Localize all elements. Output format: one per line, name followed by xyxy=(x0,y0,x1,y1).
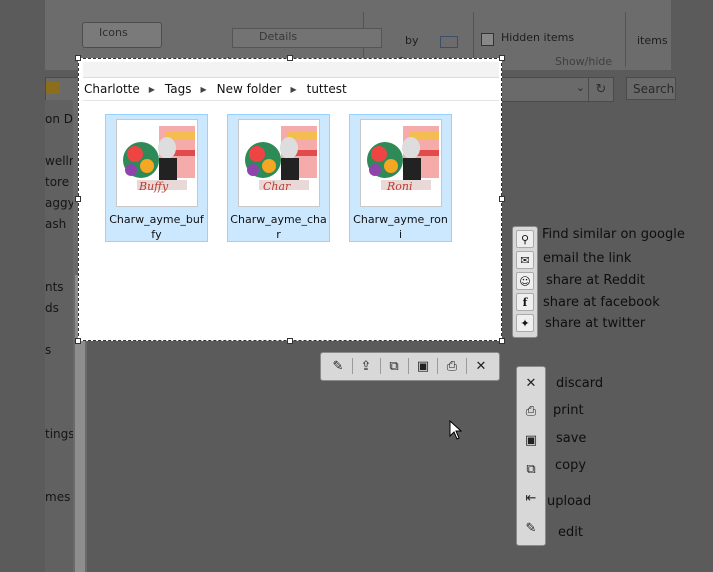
sort-by-label[interactable]: by xyxy=(405,34,419,47)
action-label-upload[interactable]: upload xyxy=(547,494,591,509)
action-label-print[interactable]: print xyxy=(553,403,584,418)
side-toolbar: ✕ ⎙ ▣ ⧉ ⇤ ✎ xyxy=(516,366,546,546)
resize-handle[interactable] xyxy=(75,55,81,61)
file-tile[interactable]: Roni Charw_ayme_roni xyxy=(349,114,452,242)
action-label-save[interactable]: save xyxy=(556,431,586,446)
file-name: Charw_ayme_char xyxy=(230,213,327,241)
breadcrumb-item[interactable]: Charlotte xyxy=(83,82,140,96)
action-label-copy[interactable]: copy xyxy=(555,458,586,473)
toolbar-separator xyxy=(352,358,353,374)
nav-item[interactable]: ash xyxy=(45,217,66,231)
pencil-icon[interactable]: ✎ xyxy=(328,357,348,376)
toolbar-separator xyxy=(437,358,438,374)
hidden-items-label: Hidden items xyxy=(501,31,575,44)
resize-handle[interactable] xyxy=(499,338,505,344)
nav-item[interactable]: s xyxy=(45,343,51,357)
share-label-email[interactable]: email the link xyxy=(543,251,631,266)
resize-handle[interactable] xyxy=(287,55,293,61)
action-label-edit[interactable]: edit xyxy=(558,525,583,540)
nav-item[interactable]: mes xyxy=(45,490,70,504)
share-label-google[interactable]: Find similar on google xyxy=(542,227,685,242)
nav-item[interactable]: aggy xyxy=(45,196,75,210)
close-icon[interactable]: ✕ xyxy=(521,373,541,393)
pencil-icon[interactable]: ✎ xyxy=(521,518,541,538)
chevron-right-icon[interactable]: ▶ xyxy=(140,85,164,94)
share-label-twitter[interactable]: share at twitter xyxy=(545,316,645,331)
search-input[interactable]: Search xyxy=(626,77,676,100)
toolbar-separator xyxy=(408,358,409,374)
toolbar-separator xyxy=(466,358,467,374)
selected-items-label: items xyxy=(637,34,668,47)
resize-handle[interactable] xyxy=(287,338,293,344)
capture-ribbon-strip xyxy=(83,62,499,78)
view-select[interactable]: Details xyxy=(232,28,382,48)
search-placeholder: Search xyxy=(633,82,675,96)
hidden-items-checkbox[interactable] xyxy=(481,33,494,46)
twitter-icon[interactable]: ✦ xyxy=(516,314,534,332)
view-select-value: Details xyxy=(259,30,298,43)
resize-handle[interactable] xyxy=(75,338,81,344)
envelope-icon[interactable]: ✉ xyxy=(516,251,534,269)
copy-icon[interactable]: ⧉ xyxy=(384,357,404,376)
search-icon[interactable]: ⚲ xyxy=(516,230,534,248)
thumb-signature: Buffy xyxy=(138,180,169,193)
toolbar-separator xyxy=(380,358,381,374)
resize-handle[interactable] xyxy=(499,196,505,202)
share-label-reddit[interactable]: share at Reddit xyxy=(546,273,645,288)
close-icon[interactable]: ✕ xyxy=(471,357,491,376)
action-label-discard[interactable]: discard xyxy=(556,376,603,391)
nav-item[interactable]: wellr xyxy=(45,154,74,168)
file-name: Charw_ayme_roni xyxy=(353,213,448,241)
breadcrumb-item[interactable]: New folder xyxy=(216,82,282,96)
share-label-facebook[interactable]: share at facebook xyxy=(543,295,660,310)
thumb-signature: Char xyxy=(263,180,291,193)
save-icon[interactable]: ▣ xyxy=(521,430,541,450)
share-toolbar: ⚲ ✉ ☺ f ✦ xyxy=(512,226,538,338)
copy-icon[interactable]: ⧉ xyxy=(521,459,541,479)
image-thumbnail: Buffy xyxy=(116,119,198,207)
file-tile[interactable]: Buffy Charw_ayme_buffy xyxy=(105,114,208,242)
view-pane-icon[interactable] xyxy=(440,36,458,48)
nav-item[interactable]: tings xyxy=(45,427,75,441)
capture-toolbar: ✎ ⇪ ⧉ ▣ ⎙ ✕ xyxy=(320,352,500,381)
refresh-icon: ↻ xyxy=(595,82,607,97)
printer-icon[interactable]: ⎙ xyxy=(442,357,462,376)
file-tile[interactable]: Char Charw_ayme_char xyxy=(227,114,330,242)
image-thumbnail: Roni xyxy=(360,119,442,207)
refresh-button[interactable]: ↻ xyxy=(588,77,614,102)
reddit-icon[interactable]: ☺ xyxy=(516,272,534,290)
ribbon-group-show-hide: Show/hide xyxy=(555,55,613,68)
breadcrumb-item[interactable]: tuttest xyxy=(306,82,347,96)
upload-icon[interactable]: ⇤ xyxy=(521,488,541,508)
nav-item[interactable]: ds xyxy=(45,301,59,315)
image-thumbnail: Char xyxy=(238,119,320,207)
chevron-right-icon[interactable]: ▶ xyxy=(281,85,305,94)
ribbon-icons-label: Icons xyxy=(99,26,128,39)
nav-item[interactable]: nts xyxy=(45,280,64,294)
chevron-right-icon[interactable]: ▶ xyxy=(191,85,215,94)
save-icon[interactable]: ▣ xyxy=(413,357,433,376)
upload-icon[interactable]: ⇪ xyxy=(356,357,376,376)
nav-item[interactable]: tore xyxy=(45,175,69,189)
file-name: Charw_ayme_buffy xyxy=(109,213,204,241)
breadcrumb: Charlotte ▶ Tags ▶ New folder ▶ tuttest xyxy=(83,78,499,101)
chevron-down-icon[interactable]: ⌄ xyxy=(576,81,585,94)
breadcrumb-item[interactable]: Tags xyxy=(164,82,192,96)
mouse-cursor-icon xyxy=(449,420,463,440)
resize-handle[interactable] xyxy=(75,196,81,202)
resize-handle[interactable] xyxy=(499,55,505,61)
ribbon-separator xyxy=(625,12,626,67)
folder-icon xyxy=(46,82,60,94)
thumb-signature: Roni xyxy=(386,180,413,193)
ribbon-icons-button[interactable]: Icons xyxy=(82,22,162,48)
printer-icon[interactable]: ⎙ xyxy=(521,401,541,421)
facebook-icon[interactable]: f xyxy=(516,293,534,311)
